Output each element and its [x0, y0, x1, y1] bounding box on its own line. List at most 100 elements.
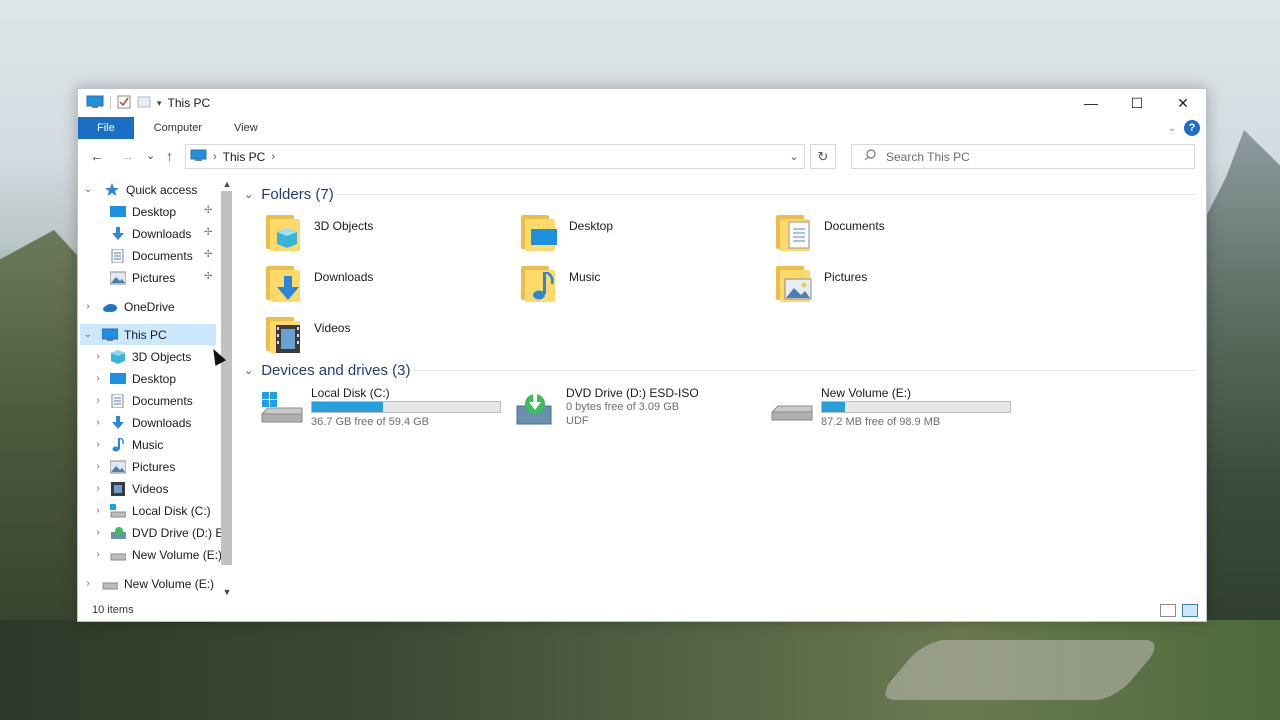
- sidebar-item-desktop-pc[interactable]: › Desktop: [92, 368, 176, 389]
- sidebar-item-pictures-pc[interactable]: › Pictures: [92, 456, 175, 477]
- breadcrumb-chevron-icon[interactable]: ›: [271, 151, 275, 163]
- properties-icon[interactable]: [117, 95, 131, 112]
- pin-icon[interactable]: ✢: [204, 205, 212, 216]
- quick-access-toolbar: ▾: [78, 95, 162, 112]
- system-drive-icon: [110, 503, 127, 518]
- customize-qat-icon[interactable]: ▾: [157, 98, 162, 109]
- sidebar-item-downloads[interactable]: Downloads: [110, 223, 191, 244]
- address-dropdown-icon[interactable]: ⌄: [781, 144, 807, 169]
- collapse-chevron-icon[interactable]: ⌄: [82, 184, 94, 195]
- expand-chevron-icon[interactable]: ›: [92, 417, 104, 428]
- pin-icon[interactable]: ✢: [204, 271, 212, 282]
- maximize-button[interactable]: ☐: [1114, 89, 1160, 117]
- folder-desktop-icon: [519, 213, 559, 253]
- scroll-up-icon[interactable]: ▲: [221, 179, 233, 191]
- collapse-chevron-icon[interactable]: ⌄: [82, 329, 94, 340]
- scroll-down-icon[interactable]: ▼: [221, 587, 233, 599]
- desktop-icon: [110, 372, 126, 386]
- pin-icon[interactable]: ✢: [204, 249, 212, 260]
- expand-chevron-icon[interactable]: ›: [92, 505, 104, 516]
- sidebar-item-downloads-pc[interactable]: › Downloads: [92, 412, 191, 433]
- folder-pictures[interactable]: Pictures: [774, 264, 1014, 310]
- drive-local-disk-c[interactable]: Local Disk (C:) 36.7 GB free of 59.4 GB: [260, 386, 510, 434]
- breadcrumb-this-pc[interactable]: This PC: [223, 150, 266, 164]
- folder-3d-objects[interactable]: 3D Objects: [264, 213, 504, 259]
- folder-name: Music: [569, 270, 601, 284]
- up-button[interactable]: ↑: [166, 148, 173, 164]
- breadcrumb-chevron-icon[interactable]: ›: [213, 151, 217, 163]
- sidebar-item-3d-objects[interactable]: › 3D Objects: [92, 346, 191, 367]
- close-button[interactable]: ✕: [1160, 89, 1206, 117]
- tab-file[interactable]: File: [78, 117, 134, 139]
- expand-chevron-icon[interactable]: ›: [82, 578, 94, 589]
- sidebar-item-new-volume-e[interactable]: › New Volume (E:): [92, 544, 222, 565]
- expand-chevron-icon[interactable]: ›: [92, 461, 104, 472]
- drive-dvd-d[interactable]: DVD Drive (D:) ESD-ISO 0 bytes free of 3…: [515, 386, 765, 434]
- scrollbar-thumb[interactable]: [221, 191, 232, 565]
- expand-chevron-icon[interactable]: ›: [82, 301, 94, 312]
- large-icons-view-icon[interactable]: [1182, 604, 1198, 617]
- expand-chevron-icon[interactable]: ›: [92, 373, 104, 384]
- expand-chevron-icon[interactable]: ›: [92, 439, 104, 450]
- drive-icon: [102, 577, 119, 591]
- expand-chevron-icon[interactable]: ›: [92, 549, 104, 560]
- sidebar-item-this-pc[interactable]: ⌄ This PC: [80, 324, 216, 345]
- recent-locations-button[interactable]: ⌄: [146, 149, 155, 162]
- tab-computer[interactable]: Computer: [134, 117, 222, 139]
- sidebar-item-onedrive[interactable]: › OneDrive: [82, 296, 174, 317]
- folder-videos[interactable]: Videos: [264, 315, 504, 361]
- expand-ribbon-icon[interactable]: ⌄: [1168, 123, 1176, 134]
- sidebar-item-dvd-drive-d[interactable]: › DVD Drive (D:) E!: [92, 522, 226, 543]
- sidebar-item-documents[interactable]: Documents: [110, 245, 193, 266]
- navigation-pane-scrollbar[interactable]: ▲ ▼: [219, 179, 235, 603]
- details-view-icon[interactable]: [1160, 604, 1176, 617]
- sidebar-item-local-disk-c[interactable]: › Local Disk (C:): [92, 500, 211, 521]
- group-title: Devices and drives (3): [261, 361, 411, 379]
- sidebar-item-label: New Volume (E:): [132, 547, 223, 562]
- tab-view[interactable]: View: [222, 117, 270, 139]
- document-icon: [110, 248, 126, 263]
- sidebar-item-documents-pc[interactable]: › Documents: [92, 390, 193, 411]
- expand-chevron-icon[interactable]: ›: [92, 395, 104, 406]
- collapse-chevron-icon[interactable]: ⌄: [244, 188, 253, 201]
- sidebar-item-label: Pictures: [132, 459, 176, 474]
- qat-separator: [110, 96, 111, 110]
- sidebar-item-music[interactable]: › Music: [92, 434, 163, 455]
- folder-documents[interactable]: Documents: [774, 213, 1014, 259]
- sidebar-item-videos[interactable]: › Videos: [92, 478, 168, 499]
- music-note-icon: [110, 436, 126, 452]
- sidebar-item-label: Desktop: [132, 371, 177, 386]
- expand-chevron-icon[interactable]: ›: [92, 527, 104, 538]
- drives-group-header[interactable]: ⌄ Devices and drives (3): [244, 359, 410, 381]
- folder-music[interactable]: Music: [519, 264, 759, 310]
- folder-downloads-icon: [264, 264, 304, 304]
- cloud-icon: [102, 300, 118, 314]
- drive-free-space: 0 bytes free of 3.09 GB: [566, 401, 680, 413]
- search-input[interactable]: [886, 149, 1166, 164]
- minimize-button[interactable]: —: [1068, 89, 1114, 117]
- forward-button[interactable]: →: [120, 148, 134, 164]
- refresh-button[interactable]: ↻: [810, 144, 836, 169]
- drive-filesystem: UDF: [566, 415, 589, 427]
- folders-group-header[interactable]: ⌄ Folders (7): [244, 183, 334, 205]
- search-box[interactable]: [851, 144, 1195, 169]
- ribbon-tabs: File Computer View ⌄ ?: [78, 117, 1206, 139]
- folder-downloads[interactable]: Downloads: [264, 264, 504, 310]
- collapse-chevron-icon[interactable]: ⌄: [244, 364, 253, 377]
- address-bar[interactable]: › This PC ›: [185, 144, 805, 169]
- expand-chevron-icon[interactable]: ›: [92, 483, 104, 494]
- sidebar-item-desktop[interactable]: Desktop: [110, 201, 176, 222]
- cube-icon: [110, 349, 126, 364]
- new-folder-icon[interactable]: [137, 95, 151, 112]
- navigation-bar: ← → ⌄ ↑ › This PC › ⌄ ↻: [78, 143, 1206, 171]
- sidebar-item-new-volume-e-root[interactable]: › New Volume (E:): [82, 573, 214, 594]
- sidebar-item-pictures[interactable]: Pictures: [109, 267, 175, 288]
- sidebar-item-quick-access[interactable]: ⌄ Quick access: [82, 179, 197, 200]
- help-icon[interactable]: ?: [1184, 120, 1200, 136]
- folder-name: Pictures: [824, 270, 868, 284]
- folder-desktop[interactable]: Desktop: [519, 213, 759, 259]
- drive-new-volume-e[interactable]: New Volume (E:) 87.2 MB free of 98.9 MB: [770, 386, 1020, 434]
- pin-icon[interactable]: ✢: [204, 227, 212, 238]
- expand-chevron-icon[interactable]: ›: [92, 351, 104, 362]
- back-button[interactable]: ←: [90, 148, 104, 164]
